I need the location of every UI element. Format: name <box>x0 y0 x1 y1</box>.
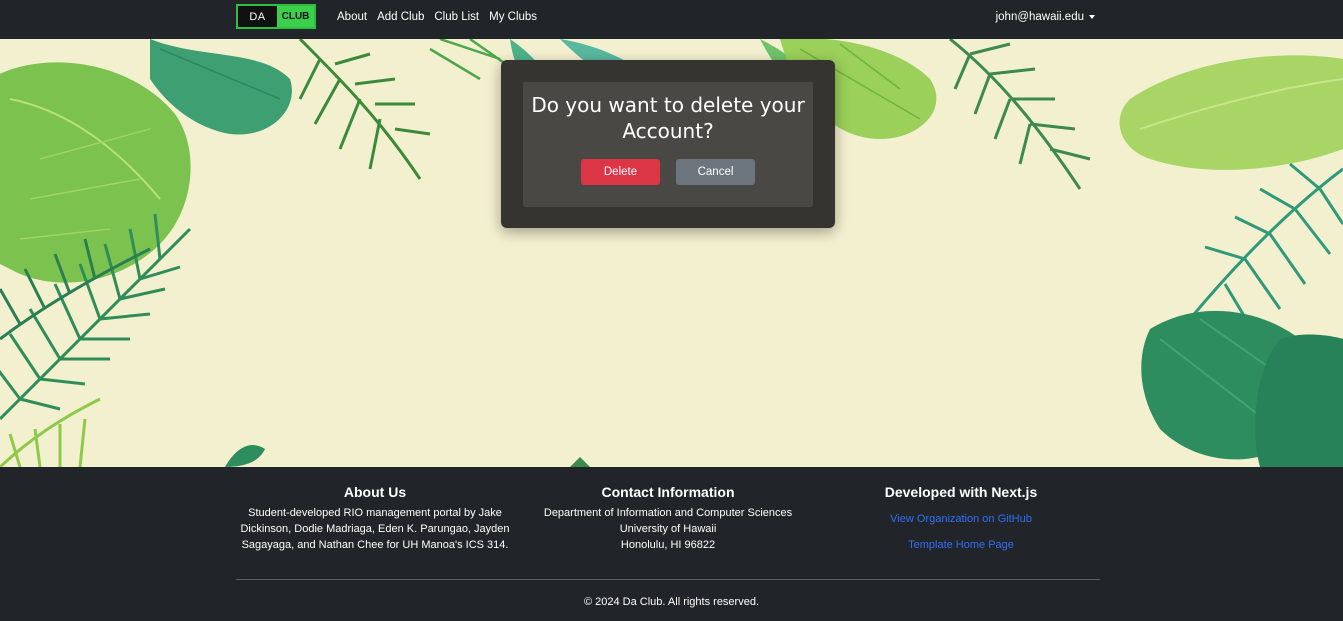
footer-contact-section: Contact Information Department of Inform… <box>535 483 801 553</box>
nav-link-about[interactable]: About <box>337 11 367 23</box>
modal-panel: Do you want to delete your Account? Dele… <box>523 82 813 207</box>
brand-logo[interactable]: DA CLUB <box>236 4 316 29</box>
palm-frond-top-right <box>949 39 1091 190</box>
brand-logo-right: CLUB <box>281 11 310 22</box>
cancel-button[interactable]: Cancel <box>676 159 755 185</box>
footer-about-text: Student-developed RIO management portal … <box>240 507 510 551</box>
user-email: john@hawaii.edu <box>995 10 1084 23</box>
palm-frond-top-left <box>298 39 431 180</box>
delete-account-modal: Do you want to delete your Account? Dele… <box>501 60 835 228</box>
footer-contact-heading: Contact Information <box>601 484 735 500</box>
modal-title: Do you want to delete your Account? <box>531 93 805 143</box>
chevron-down-icon <box>1089 14 1095 19</box>
navbar: DA CLUB About Add Club Club List My Club… <box>0 0 1343 39</box>
footer-about-section: About Us Student-developed RIO managemen… <box>236 483 514 553</box>
github-link[interactable]: View Organization on GitHub <box>840 511 1082 527</box>
nav-link-add-club[interactable]: Add Club <box>377 11 424 23</box>
footer: About Us Student-developed RIO managemen… <box>0 467 1343 621</box>
monstera-leaf-top-left <box>0 62 191 283</box>
hero-background: Do you want to delete your Account? Dele… <box>0 39 1343 467</box>
nav-link-my-clubs[interactable]: My Clubs <box>489 11 537 23</box>
template-home-link[interactable]: Template Home Page <box>840 537 1082 553</box>
nav-links: About Add Club Club List My Clubs <box>337 0 537 33</box>
nav-link-club-list[interactable]: Club List <box>434 11 479 23</box>
delete-button[interactable]: Delete <box>581 159 660 185</box>
palm-frond-bottom-left <box>0 397 101 467</box>
copyright-text: © 2024 Da Club. All rights reserved. <box>583 596 760 608</box>
footer-contact-line: University of Hawaii <box>619 523 717 535</box>
leaf-bottom-center-small <box>225 445 590 467</box>
user-menu-dropdown[interactable]: john@hawaii.edu <box>996 0 1095 33</box>
palm-frond-right <box>1188 162 1343 335</box>
footer-developed-heading: Developed with Next.js <box>884 484 1038 500</box>
leaf-top-right-light <box>1119 55 1343 170</box>
footer-contact-line: Honolulu, HI 96822 <box>620 539 716 551</box>
brand-logo-left: DA <box>238 6 277 27</box>
footer-developed-section: Developed with Next.js View Organization… <box>840 483 1082 553</box>
footer-about-heading: About Us <box>343 484 407 500</box>
footer-divider <box>236 579 1100 580</box>
footer-contact-line: Department of Information and Computer S… <box>543 507 793 519</box>
